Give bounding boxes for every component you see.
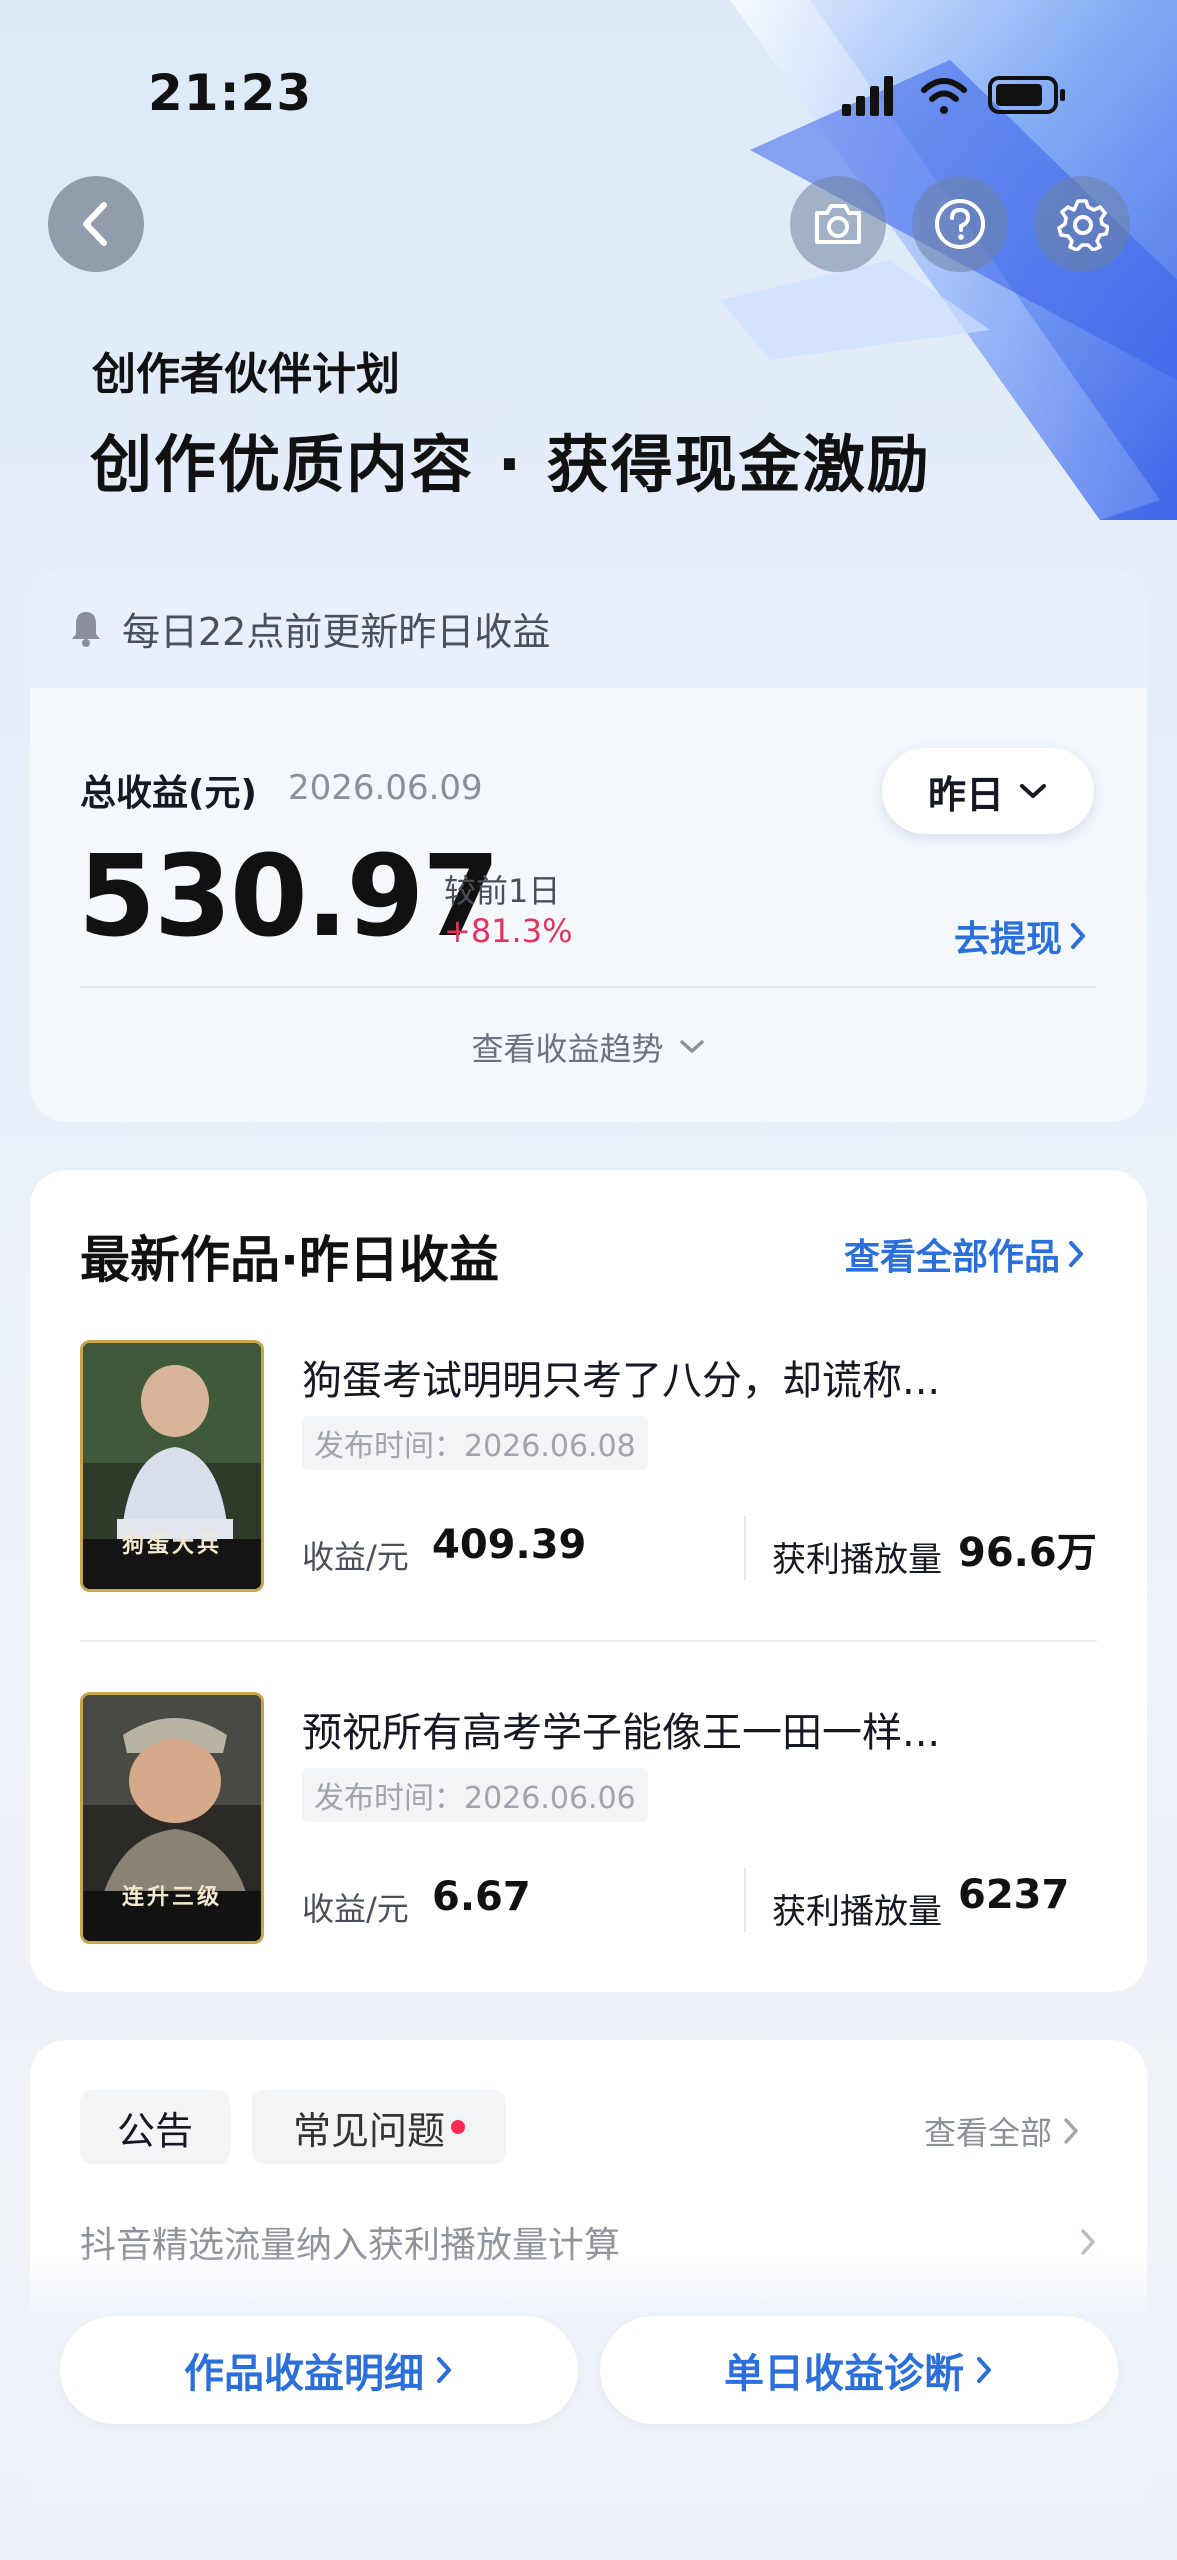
bell-icon <box>72 612 100 647</box>
thumbnail-caption: 连升三级 <box>121 1885 222 1910</box>
work-title: 狗蛋考试明明只考了八分，却谎称... <box>302 1358 941 1404</box>
back-button[interactable] <box>48 176 144 272</box>
view-trend-label: 查看收益趋势 <box>471 1030 664 1068</box>
chevron-right-icon <box>1064 2118 1078 2144</box>
work-item[interactable]: 狗蛋大兵 狗蛋考试明明只考了八分，却谎称... 发布时间：2026.06.08 … <box>80 1340 1097 1596</box>
status-time: 21:23 <box>148 64 313 122</box>
revenue-label: 收益/元 <box>302 1538 409 1576</box>
monetized-plays-label: 获利播放量 <box>772 1892 942 1932</box>
publish-time: 发布时间：2026.06.08 <box>302 1416 648 1470</box>
question-icon <box>935 199 985 249</box>
daily-earnings-diagnosis-button[interactable]: 单日收益诊断 <box>600 2316 1118 2424</box>
latest-works-card: 最新作品·昨日收益 查看全部作品 狗蛋大兵 狗蛋考试明明只考了八分，却谎称...… <box>30 1170 1147 1992</box>
work-item[interactable]: 连升三级 预祝所有高考学子能像王一田一样... 发布时间：2026.06.06 … <box>80 1692 1097 1948</box>
earnings-card: 每日22点前更新昨日收益 总收益(元) 2026.06.09 昨日 530.97… <box>30 568 1147 1122</box>
compare-label: 较前1日 <box>444 872 561 910</box>
gear-icon <box>1057 199 1109 251</box>
compare-value: +81.3% <box>444 912 573 950</box>
work-thumbnail: 连升三级 <box>80 1692 264 1944</box>
tab-faq[interactable]: 常见问题 <box>252 2090 506 2164</box>
page-slogan: 创作优质内容 · 获得现金激励 <box>90 428 931 501</box>
revenue-value: 6.67 <box>432 1874 531 1920</box>
view-all-notices-link[interactable]: 查看全部 <box>924 2108 1080 2154</box>
view-all-works-label: 查看全部作品 <box>844 1237 1061 1278</box>
help-button[interactable] <box>912 176 1008 272</box>
revenue-value: 409.39 <box>432 1522 587 1568</box>
wifi-icon <box>921 78 967 114</box>
period-selector[interactable]: 昨日 <box>882 748 1094 834</box>
chevron-right-icon <box>977 2357 991 2383</box>
signal-icon <box>842 76 893 116</box>
work-title: 预祝所有高考学子能像王一田一样... <box>302 1710 941 1756</box>
chevron-right-icon <box>437 2357 451 2383</box>
earnings-date: 2026.06.09 <box>288 768 483 808</box>
view-all-works-link[interactable]: 查看全部作品 <box>844 1228 1086 1280</box>
update-notice-text: 每日22点前更新昨日收益 <box>122 609 551 654</box>
works-earnings-detail-label: 作品收益明细 <box>184 2351 424 2397</box>
publish-time: 发布时间：2026.06.06 <box>302 1768 648 1822</box>
update-notice-bar: 每日22点前更新昨日收益 <box>30 568 1147 688</box>
withdraw-label: 去提现 <box>954 919 1063 960</box>
monetized-plays-value: 96.6万 <box>958 1530 1097 1576</box>
work-thumbnail: 狗蛋大兵 <box>80 1340 264 1592</box>
settings-button[interactable] <box>1034 176 1130 272</box>
chevron-left-icon <box>83 202 107 246</box>
stat-divider <box>744 1868 746 1932</box>
daily-earnings-diagnosis-label: 单日收益诊断 <box>724 2351 964 2397</box>
chevron-right-icon <box>1069 1241 1084 1267</box>
camera-icon <box>815 204 861 244</box>
total-earnings-label: 总收益(元) <box>80 773 257 814</box>
tab-announcements[interactable]: 公告 <box>80 2090 230 2164</box>
view-trend-link[interactable]: 查看收益趋势 <box>30 1024 1147 1070</box>
stat-divider <box>744 1516 746 1580</box>
thumbnail-caption: 狗蛋大兵 <box>121 1533 222 1558</box>
program-name: 创作者伙伴计划 <box>92 349 400 400</box>
status-icons <box>840 70 1080 120</box>
latest-works-title: 最新作品·昨日收益 <box>80 1231 499 1289</box>
card-divider <box>80 986 1097 988</box>
works-earnings-detail-button[interactable]: 作品收益明细 <box>60 2316 578 2424</box>
period-label: 昨日 <box>927 772 1004 817</box>
revenue-label: 收益/元 <box>302 1890 409 1928</box>
view-all-notices-label: 查看全部 <box>924 2114 1053 2152</box>
total-earnings-amount: 530.97 <box>78 832 500 962</box>
unread-dot <box>451 2120 465 2134</box>
tab-faq-label: 常见问题 <box>292 2108 445 2153</box>
chevron-down-icon <box>679 1040 704 1053</box>
monetized-plays-label: 获利播放量 <box>772 1540 942 1580</box>
battery-icon <box>988 76 1065 114</box>
camera-button[interactable] <box>790 176 886 272</box>
chevron-down-icon <box>1020 784 1046 798</box>
list-divider <box>80 1640 1097 1642</box>
monetized-plays-value: 6237 <box>958 1872 1070 1918</box>
withdraw-link[interactable]: 去提现 <box>954 910 1088 962</box>
chevron-right-icon <box>1071 923 1086 949</box>
